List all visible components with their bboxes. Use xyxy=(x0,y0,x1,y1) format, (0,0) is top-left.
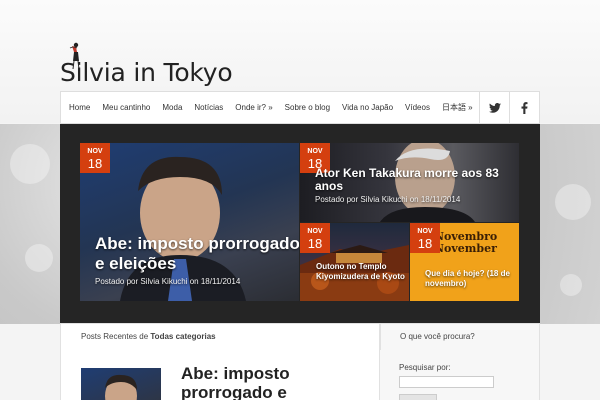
featured-card-main[interactable]: NOV 18 Abe: imposto prorrogado e eleições… xyxy=(80,143,299,301)
featured-card-top-right[interactable]: NOV 18 Ator Ken Takakura morre aos 83 ano… xyxy=(300,143,519,222)
date-badge: NOV 18 xyxy=(300,223,330,253)
nav-item-sobre-o-blog[interactable]: Sobre o blog xyxy=(279,91,336,124)
sidebar: Pesquisar por: xyxy=(380,350,540,400)
facebook-icon xyxy=(521,101,528,114)
twitter-link[interactable] xyxy=(479,92,509,123)
site-logo[interactable]: Silvia in Tokyo xyxy=(60,58,233,87)
main-nav: Home Meu cantinho Moda Notícias Onde ir?… xyxy=(60,91,540,124)
featured-card-bottom-right[interactable]: Novembro November NOV 18 Que dia é hoje? … xyxy=(410,223,519,301)
bokeh-light xyxy=(25,244,53,272)
search-button[interactable] xyxy=(399,394,437,400)
featured-card-bottom-left[interactable]: NOV 18 Outono no Templo Kiyomizudera de K… xyxy=(300,223,409,301)
nav-item-onde-ir[interactable]: Onde ir? » xyxy=(229,91,278,124)
featured-card-meta: Postado por Silvia Kikuchi on 18/11/2014 xyxy=(95,277,241,286)
social-links xyxy=(479,92,539,123)
recent-posts: Abe: imposto prorrogado e xyxy=(60,350,380,400)
recent-posts-label: Posts Recentes de xyxy=(81,332,149,341)
nav-item-home[interactable]: Home xyxy=(61,91,96,124)
twitter-icon xyxy=(488,102,501,113)
nav-item-meu-cantinho[interactable]: Meu cantinho xyxy=(96,91,156,124)
bokeh-light xyxy=(555,184,591,220)
nav-item-moda[interactable]: Moda xyxy=(156,91,188,124)
post-thumbnail[interactable] xyxy=(81,368,161,400)
nav-item-vida-no-japao[interactable]: Vida no Japão xyxy=(336,91,399,124)
nav-item-japanese[interactable]: 日本語 » xyxy=(436,91,479,124)
featured-card-title[interactable]: Abe: imposto prorrogado e eleições xyxy=(95,234,299,274)
calendar-image-text: Novembro November xyxy=(434,230,498,255)
featured-card-title[interactable]: Ator Ken Takakura morre aos 83 anos xyxy=(315,167,519,193)
search-input[interactable] xyxy=(399,376,494,388)
category-filter[interactable]: Todas categorias xyxy=(150,332,215,341)
nav-item-noticias[interactable]: Notícias xyxy=(188,91,229,124)
search-label: Pesquisar por: xyxy=(399,363,451,372)
nav-item-videos[interactable]: Vídeos xyxy=(399,91,436,124)
post-title[interactable]: Abe: imposto prorrogado e xyxy=(181,364,331,400)
recent-posts-header: Posts Recentes de Todas categorias xyxy=(60,323,380,351)
featured-card-meta: Postado por Silvia Kikuchi on 18/11/2014 xyxy=(315,195,461,204)
sidebar-heading: O que você procura? xyxy=(400,332,475,341)
featured-card-title[interactable]: Que dia é hoje? (18 de novembro) xyxy=(425,269,517,289)
bokeh-light xyxy=(10,144,50,184)
date-badge: NOV 18 xyxy=(410,223,440,253)
portrait-image xyxy=(105,374,137,400)
date-badge: NOV 18 xyxy=(80,143,110,173)
sidebar-header: O que você procura? xyxy=(380,323,540,351)
featured-card-title[interactable]: Outono no Templo Kiyomizudera de Kyoto xyxy=(316,262,406,282)
facebook-link[interactable] xyxy=(509,92,539,123)
featured-slider: NOV 18 Abe: imposto prorrogado e eleições… xyxy=(60,124,540,324)
bokeh-light xyxy=(560,274,582,296)
